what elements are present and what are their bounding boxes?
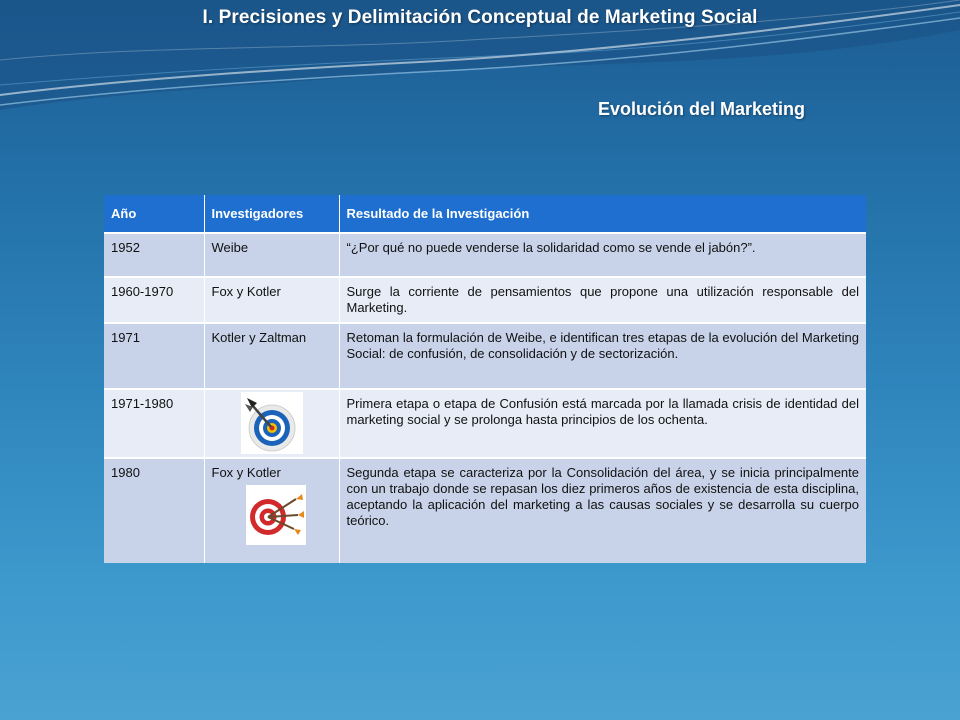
- cell-result: Segunda etapa se caracteriza por la Cons…: [339, 457, 866, 563]
- cell-researchers: Fox y Kotler: [204, 276, 340, 323]
- cell-result: “¿Por qué no puede venderse la solidarid…: [339, 232, 866, 277]
- cell-result: Surge la corriente de pensamientos que p…: [339, 276, 866, 323]
- header-researchers: Investigadores: [204, 195, 340, 233]
- table-row: 1971 Kotler y Zaltman Retoman la formula…: [104, 322, 866, 389]
- cell-year: 1960-1970: [104, 276, 205, 323]
- evolution-table: Año Investigadores Resultado de la Inves…: [104, 195, 866, 563]
- table-header-row: Año Investigadores Resultado de la Inves…: [104, 195, 866, 233]
- cell-year: 1952: [104, 232, 205, 277]
- table-row: 1952 Weibe “¿Por qué no puede venderse l…: [104, 232, 866, 277]
- table-row: 1971-1980 Primera etapa o etapa de Confu…: [104, 388, 866, 458]
- cell-researchers: Fox y Kotler: [211, 465, 281, 480]
- table-row: 1960-1970 Fox y Kotler Surge la corrient…: [104, 276, 866, 323]
- target-arrows-red-icon: [245, 485, 306, 545]
- slide-subtitle: Evolución del Marketing: [598, 99, 806, 119]
- target-dart-blue-icon: [240, 392, 303, 454]
- cell-researchers-icon: [204, 388, 340, 458]
- cell-researchers: Weibe: [204, 232, 340, 277]
- cell-year: 1971: [104, 322, 205, 389]
- header-result: Resultado de la Investigación: [339, 195, 866, 233]
- cell-year: 1971-1980: [104, 388, 205, 458]
- slide-title: I. Precisiones y Delimitación Conceptual…: [202, 7, 758, 28]
- header-year: Año: [104, 195, 205, 233]
- cell-researchers-icon: Fox y Kotler: [204, 457, 340, 563]
- table-row: 1980 Fox y Kotler Segunda etapa se carac…: [104, 457, 866, 563]
- cell-result: Primera etapa o etapa de Confusión está …: [339, 388, 866, 458]
- cell-result: Retoman la formulación de Weibe, e ident…: [339, 322, 866, 389]
- slide: I. Precisiones y Delimitación Conceptual…: [0, 0, 960, 720]
- cell-researchers: Kotler y Zaltman: [204, 322, 340, 389]
- cell-year: 1980: [104, 457, 205, 563]
